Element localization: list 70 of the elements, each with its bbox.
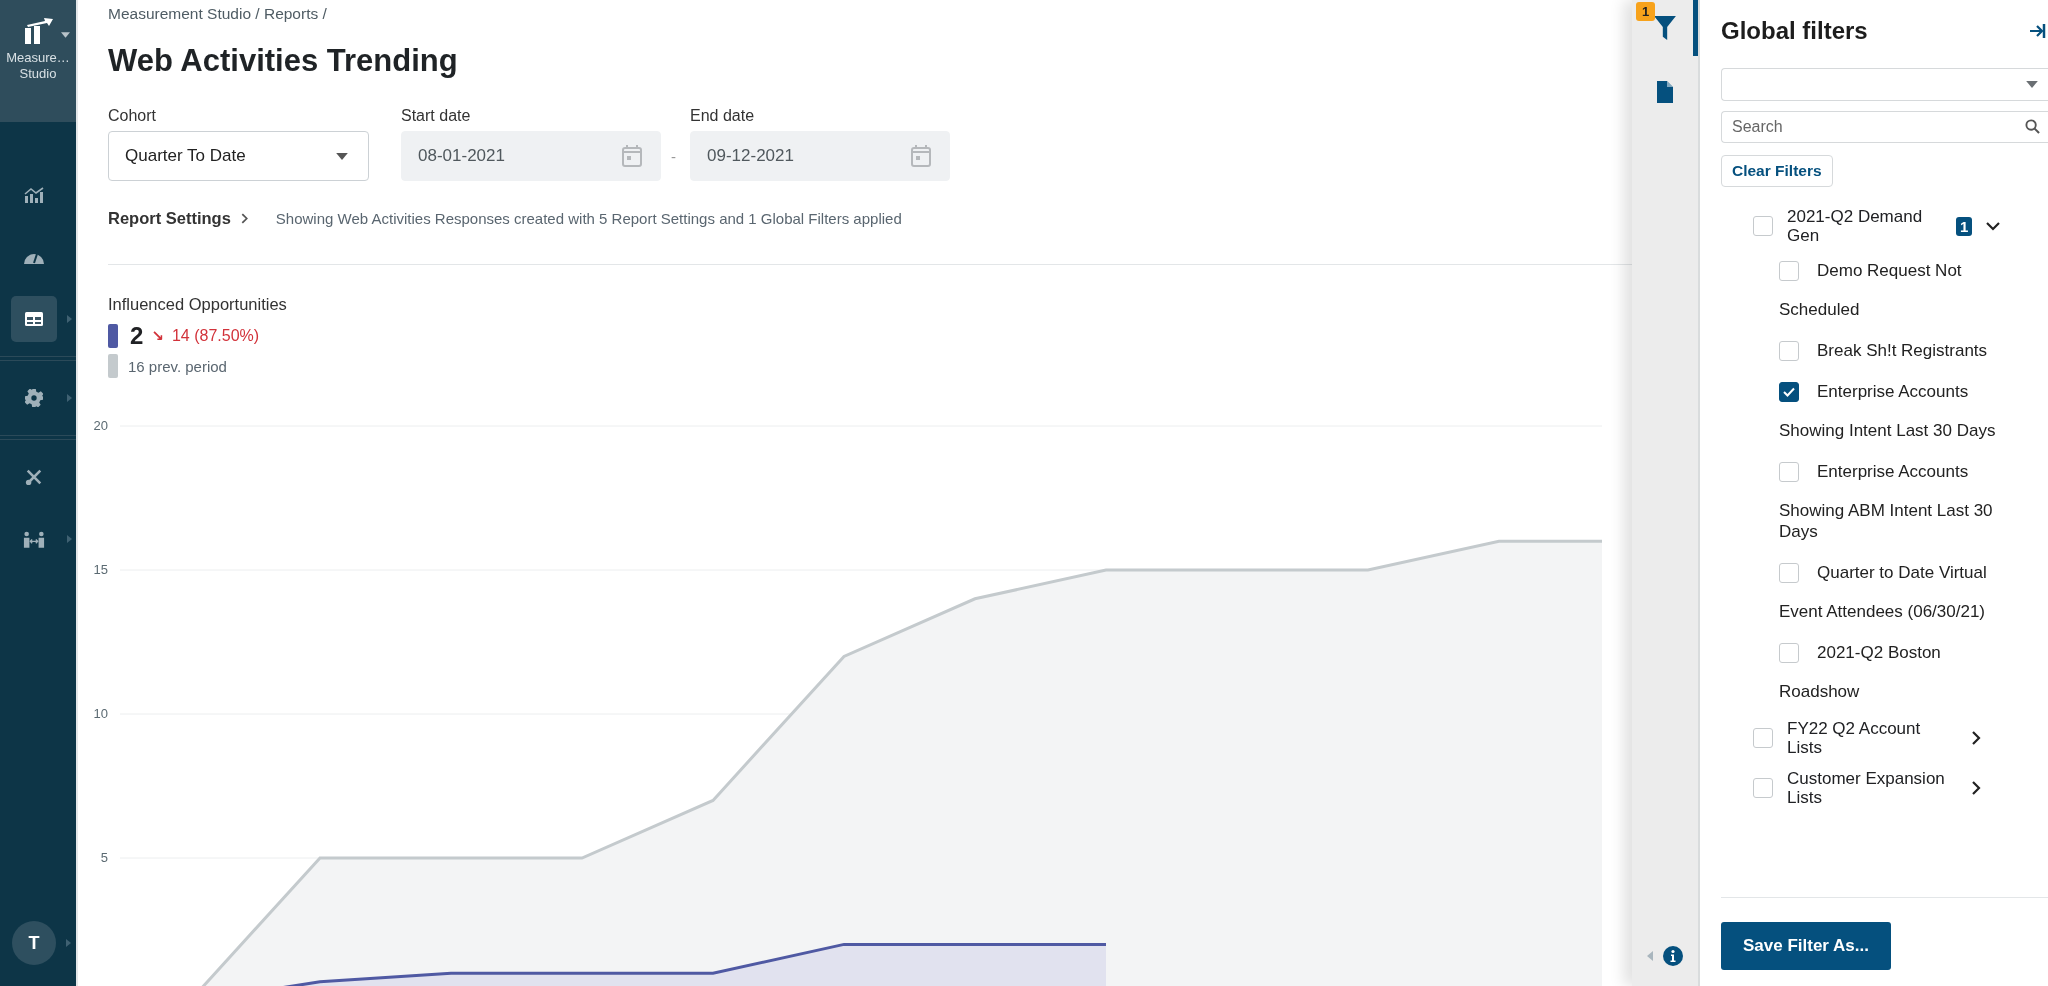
chevron-right-icon[interactable]: [1972, 781, 1981, 795]
caret-icon: [61, 32, 70, 38]
caret-icon: [2026, 81, 2038, 88]
caret-icon: [1647, 951, 1653, 961]
field-label: Start date: [401, 107, 472, 125]
filter-item-label[interactable]: Roadshow: [1779, 672, 2019, 711]
count-badge: 1: [1636, 2, 1656, 21]
metric-title: Influenced Opportunities: [108, 295, 288, 314]
chevron-right-icon[interactable]: [1972, 731, 1981, 745]
user-avatar[interactable]: T: [12, 921, 56, 965]
save-filter-button[interactable]: Save Filter As...: [1721, 922, 1891, 970]
filter-item-label[interactable]: Enterprise Accounts: [1817, 372, 2019, 411]
filter-item-label[interactable]: Event Attendees (06/30/21): [1779, 592, 2019, 631]
filter-item-label[interactable]: Quarter to Date Virtual: [1817, 553, 2019, 592]
filter-item-label[interactable]: Demo Request Not: [1817, 251, 2019, 290]
report-settings-link[interactable]: Report Settings: [108, 209, 248, 228]
bar-chart-icon: [24, 187, 44, 203]
breadcrumb[interactable]: Measurement Studio / Reports /: [108, 5, 1632, 23]
page-title: Web Activities Trending: [108, 43, 459, 79]
y-tick-label: 10: [93, 706, 108, 721]
checkmark-icon: [1783, 387, 1795, 397]
metric-value: 2: [130, 322, 144, 350]
filter-group-label[interactable]: FY22 Q2 Account Lists: [1787, 719, 1952, 757]
search-field[interactable]: Search: [1721, 111, 2048, 143]
info-icon[interactable]: [1663, 946, 1683, 966]
filter-group-label[interactable]: 2021-Q2 Demand Gen: [1787, 207, 1952, 245]
filter-item-label[interactable]: Scheduled: [1779, 290, 2019, 329]
count-badge: 1: [1956, 216, 1973, 236]
tools-icon: [25, 468, 43, 486]
search-icon: [2025, 119, 2040, 134]
caret-icon: [66, 939, 71, 947]
field-label: Cohort: [108, 107, 158, 125]
metric-change: 14 (87.50%): [171, 327, 260, 345]
panel-title: Global filters: [1721, 17, 1868, 45]
chevron-right-icon: [240, 213, 248, 224]
brand-panel[interactable]: Measure… Studio: [0, 0, 76, 122]
filter-item-label[interactable]: Showing ABM Intent Last 30 Days: [1779, 491, 2019, 551]
caret-icon: [67, 315, 72, 323]
clear-filters-button[interactable]: Clear Filters: [1721, 155, 1833, 187]
field-label: End date: [690, 107, 756, 125]
cohort-select[interactable]: Quarter To Date: [108, 131, 369, 181]
y-tick-label: 5: [100, 850, 108, 865]
app-name: Measure… Studio: [5, 50, 71, 82]
checkbox[interactable]: [1779, 382, 1799, 402]
chevron-down-icon[interactable]: [1986, 221, 2001, 231]
date-separator: -: [671, 148, 676, 165]
filter-item-label[interactable]: 2021-Q2 Boston: [1817, 633, 2019, 672]
filter-group-label[interactable]: Customer Expansion Lists: [1787, 769, 1952, 807]
filter-icon: [1654, 16, 1676, 40]
filter-item-label[interactable]: Break Sh!t Registrants: [1817, 331, 2019, 370]
filter-item-label[interactable]: Showing Intent Last 30 Days: [1779, 411, 2019, 450]
caret-icon: [336, 152, 348, 160]
caret-icon: [67, 535, 72, 543]
calendar-icon: [622, 145, 642, 167]
y-tick-label: 15: [93, 562, 108, 577]
table-icon: [25, 312, 43, 326]
collapse-icon[interactable]: [2030, 24, 2046, 38]
logo-icon: [23, 18, 53, 44]
document-icon: [1657, 81, 1673, 103]
people-icon: [23, 530, 45, 548]
previous-period-label: 16 prev. period: [128, 357, 227, 375]
calendar-icon: [911, 145, 931, 167]
filter-item-label[interactable]: Enterprise Accounts: [1817, 452, 2019, 491]
caret-icon: [67, 394, 72, 402]
settings-icon: [25, 389, 43, 407]
settings-summary: Showing Web Activities Responses created with 5 Report Settings and 1 Global Filters applied: [275, 210, 902, 227]
nav-table-item[interactable]: [11, 296, 57, 342]
y-tick-label: 20: [93, 418, 108, 433]
filter-tab[interactable]: 1: [1632, 0, 1698, 56]
trend-icon: ↘: [151, 327, 164, 345]
